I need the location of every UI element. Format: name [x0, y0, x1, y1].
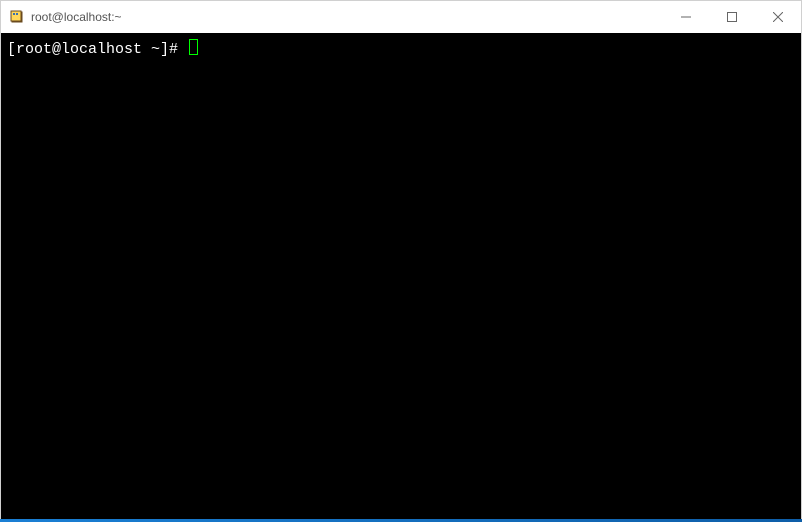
app-icon [9, 9, 25, 25]
maximize-button[interactable] [709, 1, 755, 33]
window-title: root@localhost:~ [31, 10, 663, 24]
minimize-button[interactable] [663, 1, 709, 33]
window-controls [663, 1, 801, 33]
prompt-line: [root@localhost ~]# [7, 37, 795, 59]
close-button[interactable] [755, 1, 801, 33]
cursor-icon [189, 39, 198, 55]
terminal-area[interactable]: [root@localhost ~]# [1, 33, 801, 521]
terminal-window: root@localhost:~ [root@localhost ~]# [0, 0, 802, 522]
titlebar[interactable]: root@localhost:~ [1, 1, 801, 33]
shell-prompt: [root@localhost ~]# [7, 41, 187, 59]
